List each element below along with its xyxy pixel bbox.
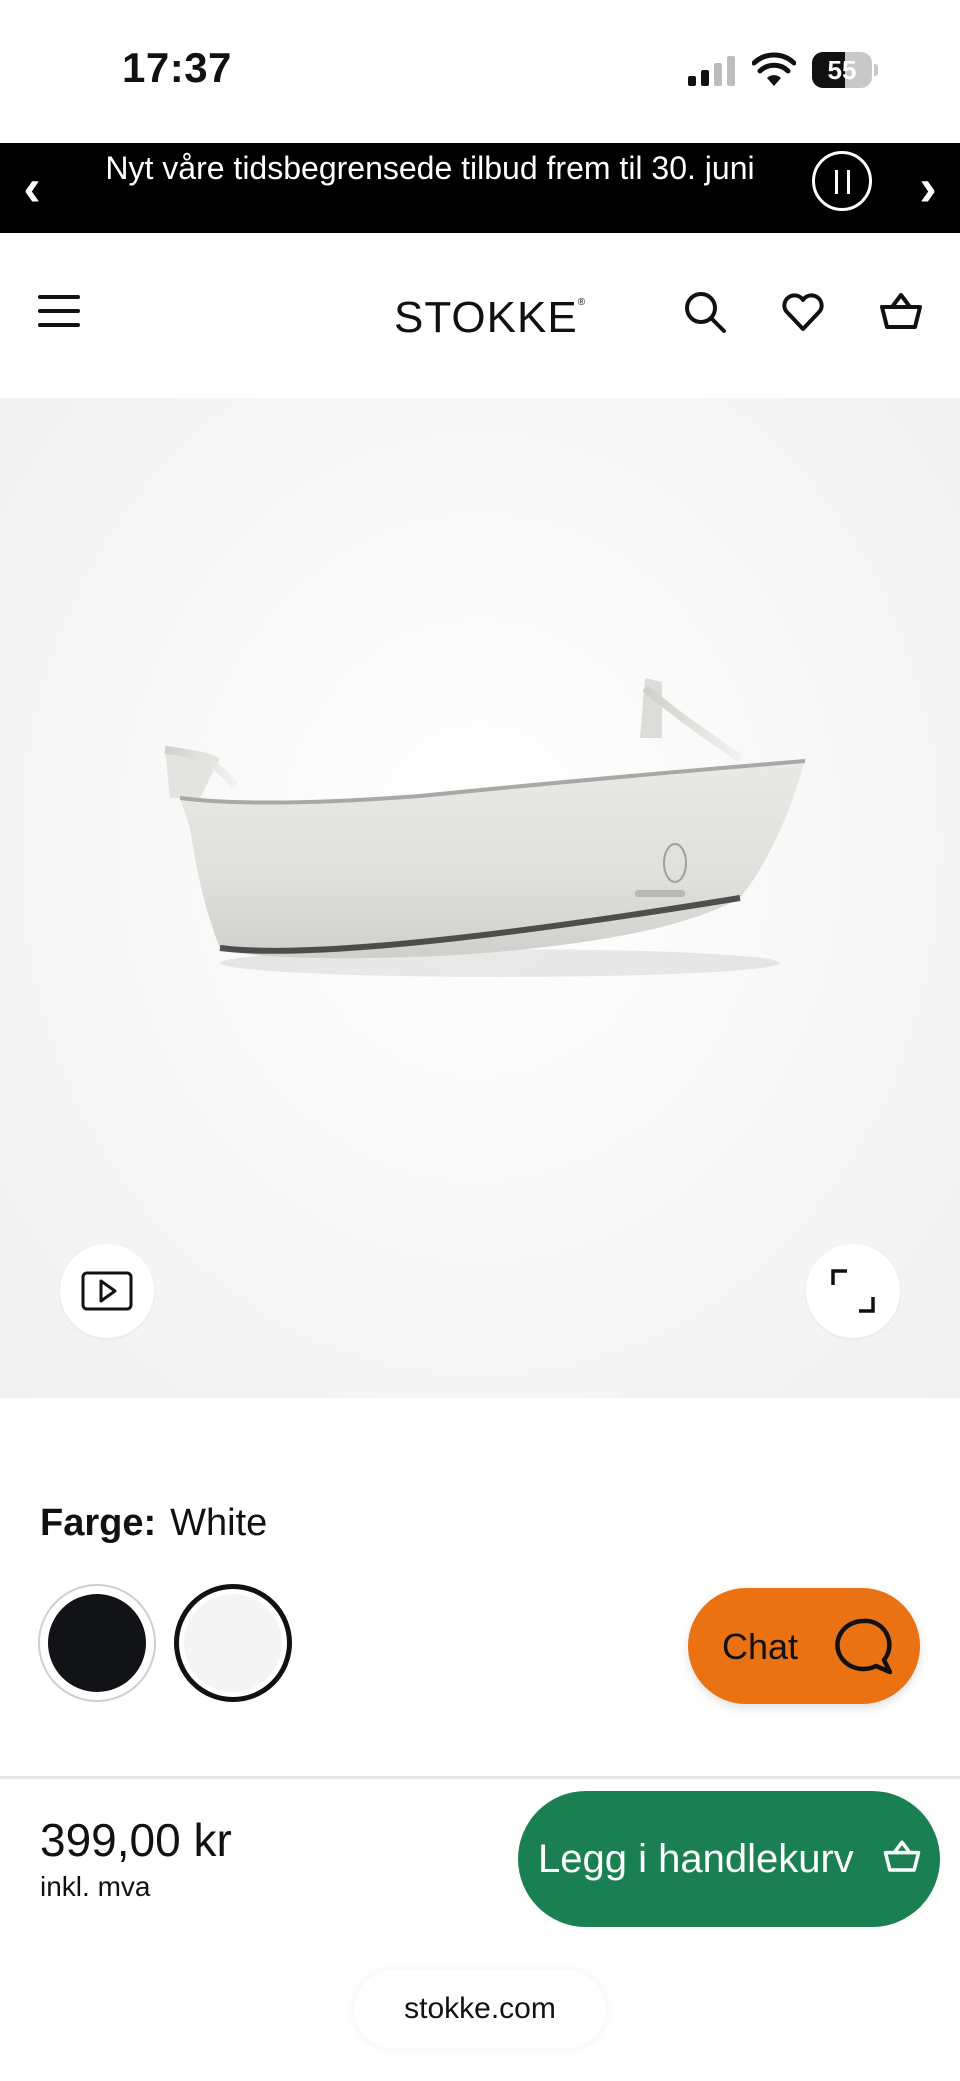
menu-icon[interactable] [38, 295, 80, 327]
status-bar: 17:37 55 [0, 0, 960, 143]
vat-note: inkl. mva [40, 1871, 151, 1902]
product-image [164, 678, 806, 977]
add-to-cart-label: Legg i handlekurv [538, 1837, 854, 1881]
stokke-logo[interactable]: STOKKE® [394, 293, 586, 343]
basket-icon [883, 1840, 921, 1872]
purchase-bar: 399,00 kr inkl. mva Legg i handlekurv st… [0, 1779, 960, 2081]
browser-url-bar[interactable]: stokke.com [354, 1970, 606, 2048]
play-video-button[interactable] [60, 1244, 154, 1338]
color-swatch-white[interactable] [174, 1584, 292, 1702]
promo-text[interactable]: Nyt våre tidsbegrensede tilbud frem til … [100, 149, 760, 187]
status-time: 17:37 [122, 44, 232, 91]
pause-icon [835, 170, 838, 194]
url-text: stokke.com [404, 1992, 556, 2025]
expand-icon [831, 1269, 875, 1313]
expand-image-button[interactable] [806, 1244, 900, 1338]
product-image-gallery[interactable] [0, 398, 960, 1398]
search-icon[interactable] [682, 289, 728, 335]
selected-color-name: White [170, 1502, 268, 1544]
wifi-icon [752, 52, 796, 86]
color-label: Farge: White [40, 1502, 268, 1544]
cellular-signal-icon [688, 56, 735, 86]
battery-percent: 55 [827, 55, 857, 85]
promo-prev-button[interactable]: ‹ [0, 143, 64, 233]
price: 399,00 kr [40, 1814, 232, 1866]
product-page: 17:37 55 ‹ Nyt våre tidsbegrensede tilbu… [0, 0, 960, 2081]
play-video-icon [81, 1271, 133, 1311]
pause-button[interactable] [812, 151, 872, 211]
chat-bubble-icon [835, 1618, 893, 1675]
promo-next-button[interactable]: › [896, 143, 960, 233]
chat-label: Chat [722, 1626, 799, 1667]
heart-icon[interactable] [780, 289, 826, 335]
basket-icon[interactable] [878, 289, 924, 335]
promo-banner: ‹ Nyt våre tidsbegrensede tilbud frem ti… [0, 143, 960, 233]
add-to-cart-button[interactable]: Legg i handlekurv [518, 1791, 940, 1927]
chat-button[interactable]: Chat [688, 1588, 920, 1704]
site-header: STOKKE® [0, 233, 960, 398]
battery-icon: 55 [812, 52, 878, 88]
color-swatch-black[interactable] [38, 1584, 156, 1702]
